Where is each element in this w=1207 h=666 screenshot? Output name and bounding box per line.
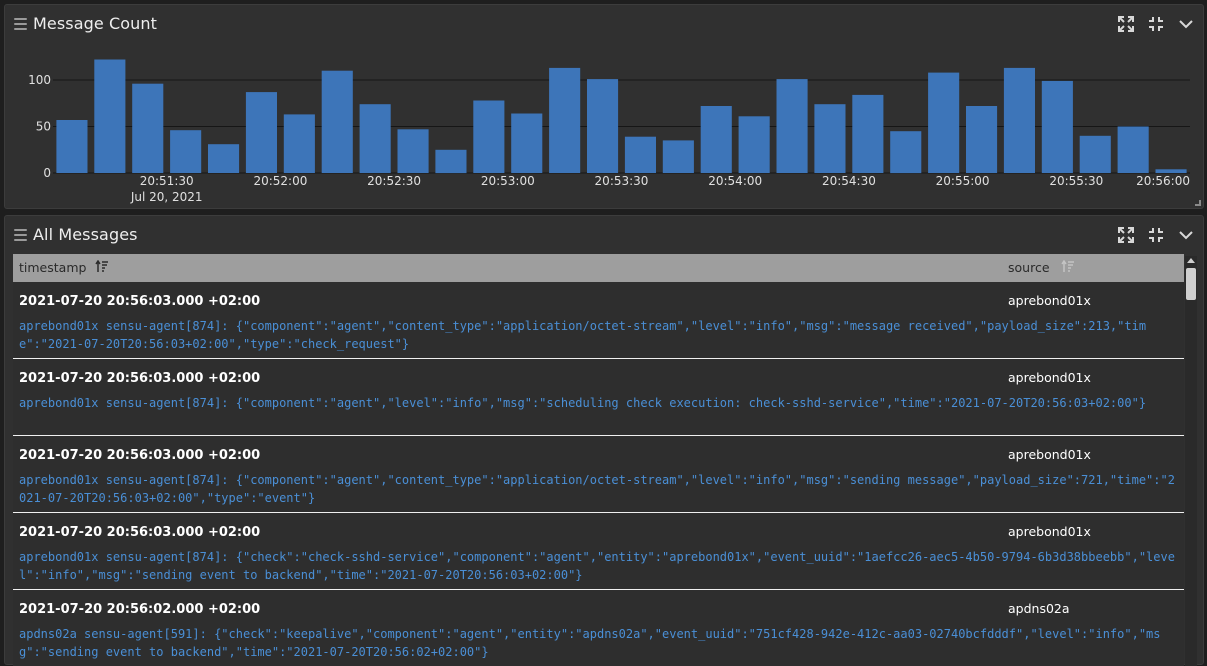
x-tick-label: 20:55:30: [1049, 174, 1103, 188]
table-row[interactable]: 2021-07-20 20:56:03.000 +02:00 aprebond0…: [13, 359, 1184, 436]
message-count-chart: 0 50 100 20:51:30 Jul 20, 2021 20:52:00 20:52:…: [28, 59, 1190, 204]
row-source: aprebond01x: [1008, 447, 1091, 462]
x-date-label: Jul 20, 2021: [130, 190, 203, 204]
chart-bar[interactable]: [56, 120, 88, 173]
column-header-timestamp[interactable]: timestamp: [19, 260, 86, 275]
row-message: aprebond01x sensu-agent[874]: {"componen…: [19, 319, 1147, 351]
chart-bar[interactable]: [662, 140, 694, 173]
chart-bar[interactable]: [473, 100, 505, 174]
row-timestamp: 2021-07-20 20:56:02.000 +02:00: [19, 602, 261, 617]
chart-bar[interactable]: [208, 144, 240, 173]
column-header-source[interactable]: source: [1008, 260, 1050, 275]
message-list: 2021-07-20 20:56:03.000 +02:00 aprebond0…: [13, 282, 1184, 666]
chart-bar[interactable]: [1155, 169, 1187, 173]
chart-bar[interactable]: [776, 79, 808, 173]
table-row[interactable]: 2021-07-20 20:56:03.000 +02:00 aprebond0…: [13, 513, 1184, 590]
table-header: timestamp source: [13, 254, 1184, 282]
row-timestamp: 2021-07-20 20:56:03.000 +02:00: [19, 371, 261, 386]
x-tick-label: 20:55:00: [936, 174, 990, 188]
y-tick-label: 100: [28, 73, 51, 87]
drag-menu-icon[interactable]: [14, 229, 27, 241]
message-count-panel: Message Count 0 50 100 20:51:30 Jul 20, 2021…: [4, 4, 1204, 209]
chart-bar[interactable]: [928, 72, 960, 173]
x-tick-label: 20:54:30: [822, 174, 876, 188]
chart-bar[interactable]: [359, 104, 391, 173]
row-timestamp: 2021-07-20 20:56:03.000 +02:00: [19, 294, 261, 309]
x-tick-label: 20:52:30: [367, 174, 421, 188]
y-tick-label: 0: [43, 166, 51, 180]
chart-bar[interactable]: [700, 106, 732, 173]
table-row[interactable]: 2021-07-20 20:56:03.000 +02:00 aprebond0…: [13, 436, 1184, 513]
row-source: aprebond01x: [1008, 524, 1091, 539]
chart-bar[interactable]: [1003, 67, 1035, 173]
resize-grip-icon[interactable]: [1195, 200, 1201, 206]
chart-bar[interactable]: [397, 129, 429, 173]
chart-bar[interactable]: [624, 136, 656, 173]
chart-bar[interactable]: [587, 79, 619, 173]
x-tick-label: 20:51:30: [140, 174, 194, 188]
chart-bar[interactable]: [170, 130, 202, 173]
row-source: aprebond01x: [1008, 293, 1091, 308]
scroll-up-arrow-icon[interactable]: [1187, 258, 1195, 263]
chart-bar[interactable]: [132, 83, 164, 173]
x-tick-label: 20:54:00: [708, 174, 762, 188]
row-source: aprebond01x: [1008, 370, 1091, 385]
panel-header: All Messages: [5, 216, 1203, 254]
row-message: apdns02a sensu-agent[591]: {"check":"kee…: [19, 627, 1161, 659]
chart-bar[interactable]: [245, 92, 277, 173]
chart-bar[interactable]: [1041, 80, 1073, 173]
chart-bar[interactable]: [1117, 126, 1149, 174]
chart-bar[interactable]: [283, 114, 315, 173]
row-timestamp: 2021-07-20 20:56:03.000 +02:00: [19, 448, 261, 463]
sort-desc-icon[interactable]: [95, 259, 109, 277]
x-tick-label: 20:53:00: [481, 174, 535, 188]
collapse-icon[interactable]: [1147, 226, 1165, 244]
sort-icon[interactable]: [1061, 259, 1075, 277]
chart-bar[interactable]: [738, 116, 770, 173]
all-messages-panel: All Messages timestamp source 2021-07-20…: [4, 215, 1204, 666]
chart-bar[interactable]: [814, 104, 846, 173]
chart-bar[interactable]: [890, 131, 922, 174]
row-source: apdns02a: [1008, 601, 1070, 616]
chart-bar[interactable]: [321, 70, 353, 173]
chart-bar[interactable]: [1079, 135, 1111, 173]
row-timestamp: 2021-07-20 20:56:03.000 +02:00: [19, 525, 261, 540]
table-row[interactable]: 2021-07-20 20:56:03.000 +02:00 aprebond0…: [13, 282, 1184, 359]
row-message: aprebond01x sensu-agent[874]: {"componen…: [19, 473, 1175, 505]
y-tick-label: 50: [36, 120, 51, 134]
panel-title: All Messages: [33, 225, 138, 244]
x-tick-label: 20:56:00: [1136, 174, 1190, 188]
x-tick-label: 20:52:00: [253, 174, 307, 188]
chart-bar[interactable]: [852, 94, 884, 173]
vertical-scrollbar[interactable]: [1185, 256, 1197, 666]
chart-bar[interactable]: [966, 106, 998, 173]
chart-bar[interactable]: [94, 59, 126, 174]
row-message: aprebond01x sensu-agent[874]: {"componen…: [19, 396, 1147, 410]
table-row[interactable]: 2021-07-20 20:56:02.000 +02:00 apdns02a …: [13, 590, 1184, 666]
chart-bar[interactable]: [511, 113, 543, 174]
scrollbar-thumb[interactable]: [1186, 268, 1196, 300]
row-message: aprebond01x sensu-agent[874]: {"check":"…: [19, 550, 1175, 582]
chart-bar[interactable]: [549, 67, 581, 173]
chevron-down-icon[interactable]: [1177, 226, 1195, 244]
x-tick-label: 20:53:30: [595, 174, 649, 188]
chart-bar[interactable]: [435, 149, 467, 174]
expand-icon[interactable]: [1117, 226, 1135, 244]
